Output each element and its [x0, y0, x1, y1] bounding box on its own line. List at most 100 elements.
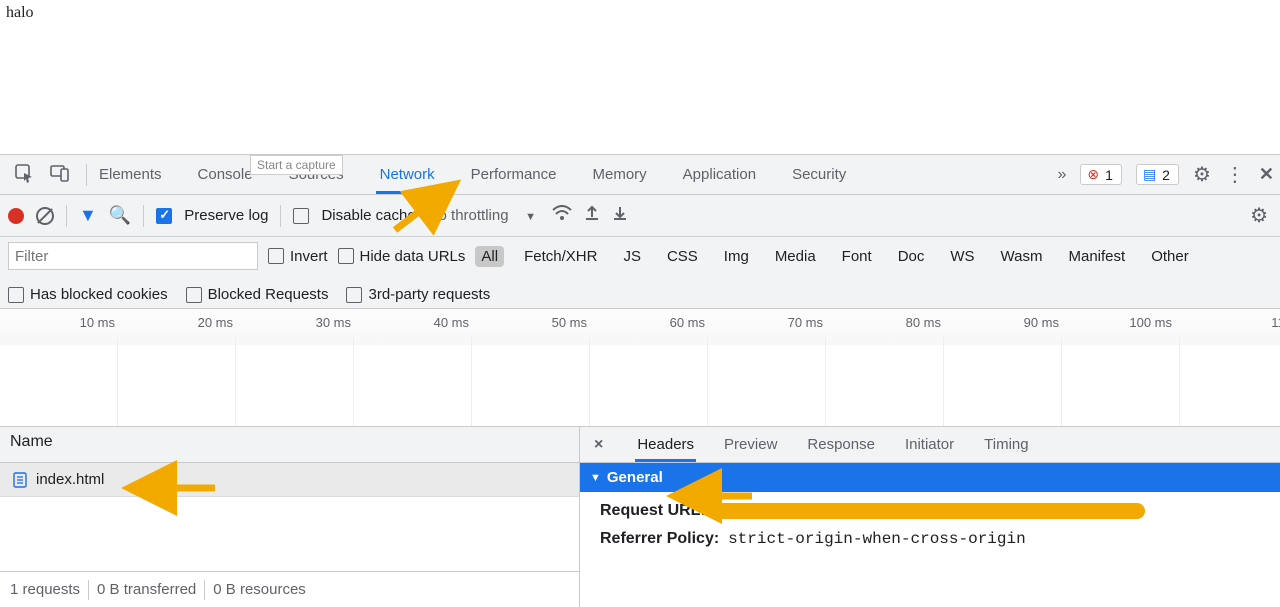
ftype-doc[interactable]: Doc — [892, 246, 931, 267]
kv-key: Request URL: — [600, 502, 706, 519]
detail-tab-initiator[interactable]: Initiator — [903, 428, 956, 461]
tab-elements[interactable]: Elements — [95, 156, 166, 193]
redacted-value — [715, 503, 1145, 519]
devtools-panel: Start a capture Elements Console Sources… — [0, 155, 1280, 607]
tick: 60 ms — [655, 315, 705, 330]
third-party-checkbox[interactable] — [346, 287, 362, 303]
general-section-header[interactable]: ▼ General — [580, 463, 1280, 492]
ftype-font[interactable]: Font — [836, 246, 878, 267]
kv-value: strict-origin-when-cross-origin — [728, 530, 1026, 548]
messages-count: 2 — [1162, 167, 1170, 183]
kv-request-url: Request URL: — [600, 502, 1260, 520]
collapse-icon: ▼ — [590, 472, 601, 484]
errors-pill[interactable]: ⊗1 — [1080, 164, 1122, 185]
network-conditions-icon[interactable] — [552, 205, 572, 226]
blocked-requests-label: Blocked Requests — [208, 286, 329, 303]
ftype-media[interactable]: Media — [769, 246, 822, 267]
transferred-size: 0 B transferred — [97, 581, 196, 598]
export-har-icon[interactable] — [612, 205, 628, 226]
settings-icon[interactable]: ⚙ — [1193, 162, 1211, 187]
tab-performance[interactable]: Performance — [467, 156, 561, 193]
invert-checkbox[interactable] — [268, 248, 284, 264]
search-icon[interactable]: 🔍 — [109, 205, 131, 226]
clear-button[interactable] — [36, 207, 54, 225]
detail-tab-timing[interactable]: Timing — [982, 428, 1030, 461]
waterfall-timeline[interactable]: 10 ms 20 ms 30 ms 40 ms 50 ms 60 ms 70 m… — [0, 309, 1280, 427]
filter-bar: Invert Hide data URLs All Fetch/XHR JS C… — [0, 237, 1280, 309]
ftype-other[interactable]: Other — [1145, 246, 1195, 267]
general-label: General — [607, 469, 663, 486]
record-button[interactable] — [8, 208, 24, 224]
document-icon — [12, 472, 28, 488]
blocked-cookies-checkbox[interactable] — [8, 287, 24, 303]
request-list-panel: Name index.html 1 requests 0 B transferr… — [0, 427, 580, 607]
detail-tab-response[interactable]: Response — [805, 428, 877, 461]
detail-tab-headers[interactable]: Headers — [635, 428, 696, 461]
inspect-icon[interactable] — [14, 163, 34, 187]
throttling-select[interactable]: No throttling ▼ — [428, 207, 540, 224]
request-status-bar: 1 requests 0 B transferred 0 B resources — [0, 571, 579, 607]
close-detail-icon[interactable]: × — [588, 436, 609, 454]
ftype-all[interactable]: All — [475, 246, 504, 267]
ftype-wasm[interactable]: Wasm — [995, 246, 1049, 267]
import-har-icon[interactable] — [584, 205, 600, 226]
tab-network[interactable]: Network — [376, 156, 439, 193]
detail-tab-preview[interactable]: Preview — [722, 428, 779, 461]
resources-size: 0 B resources — [213, 581, 306, 598]
devtools-tab-bar: Elements Console Sources Network Perform… — [0, 155, 1280, 195]
request-detail-panel: × Headers Preview Response Initiator Tim… — [580, 427, 1280, 607]
page-text: halo — [6, 4, 34, 21]
tab-security[interactable]: Security — [788, 156, 850, 193]
ftype-css[interactable]: CSS — [661, 246, 704, 267]
tab-memory[interactable]: Memory — [589, 156, 651, 193]
ftype-js[interactable]: JS — [617, 246, 647, 267]
close-devtools-icon[interactable]: ✕ — [1259, 164, 1274, 185]
kv-key: Referrer Policy: — [600, 530, 719, 547]
tab-application[interactable]: Application — [679, 156, 760, 193]
tick: 40 ms — [419, 315, 469, 330]
third-party-label: 3rd-party requests — [368, 286, 490, 303]
request-list-header[interactable]: Name — [0, 427, 579, 463]
kebab-menu-icon[interactable]: ⋮ — [1225, 162, 1245, 187]
tab-sources[interactable]: Sources — [285, 156, 348, 193]
devtools-tabs: Elements Console Sources Network Perform… — [95, 156, 850, 193]
error-icon: ⊗ — [1087, 166, 1099, 183]
tick: 20 ms — [183, 315, 233, 330]
request-row[interactable]: index.html — [0, 463, 579, 497]
disable-cache-checkbox[interactable] — [293, 208, 309, 224]
blocked-requests-checkbox[interactable] — [186, 287, 202, 303]
message-icon: ▤ — [1143, 166, 1156, 183]
tick: 50 ms — [537, 315, 587, 330]
ftype-ws[interactable]: WS — [944, 246, 980, 267]
preserve-log-checkbox[interactable] — [156, 208, 172, 224]
network-toolbar: ▼ 🔍 Preserve log Disable cache No thrott… — [0, 195, 1280, 237]
tick: 110 — [1242, 315, 1280, 330]
kv-referrer-policy: Referrer Policy: strict-origin-when-cros… — [600, 530, 1260, 548]
tick: 10 ms — [65, 315, 115, 330]
ftype-manifest[interactable]: Manifest — [1063, 246, 1132, 267]
tick: 30 ms — [301, 315, 351, 330]
more-tabs-icon[interactable]: » — [1058, 166, 1067, 184]
blocked-cookies-label: Has blocked cookies — [30, 286, 168, 303]
tick: 70 ms — [773, 315, 823, 330]
hide-data-urls-label: Hide data URLs — [360, 248, 466, 265]
device-toggle-icon[interactable] — [50, 163, 70, 187]
filter-types: All Fetch/XHR JS CSS Img Media Font Doc … — [475, 246, 1194, 267]
disable-cache-label: Disable cache — [321, 207, 415, 224]
filter-input[interactable] — [8, 242, 258, 270]
tick: 90 ms — [1009, 315, 1059, 330]
ftype-fetch[interactable]: Fetch/XHR — [518, 246, 603, 267]
request-name: index.html — [36, 471, 104, 488]
preserve-log-label: Preserve log — [184, 207, 268, 224]
rendered-page: halo — [0, 0, 1280, 155]
filter-toggle-icon[interactable]: ▼ — [79, 205, 97, 226]
detail-tab-bar: × Headers Preview Response Initiator Tim… — [580, 427, 1280, 463]
network-settings-icon[interactable]: ⚙ — [1250, 203, 1268, 228]
messages-pill[interactable]: ▤2 — [1136, 164, 1179, 185]
tab-console[interactable]: Console — [194, 156, 257, 193]
tick: 100 ms — [1122, 315, 1172, 330]
hide-data-urls-checkbox[interactable] — [338, 248, 354, 264]
request-count: 1 requests — [10, 581, 80, 598]
ftype-img[interactable]: Img — [718, 246, 755, 267]
errors-count: 1 — [1105, 167, 1113, 183]
